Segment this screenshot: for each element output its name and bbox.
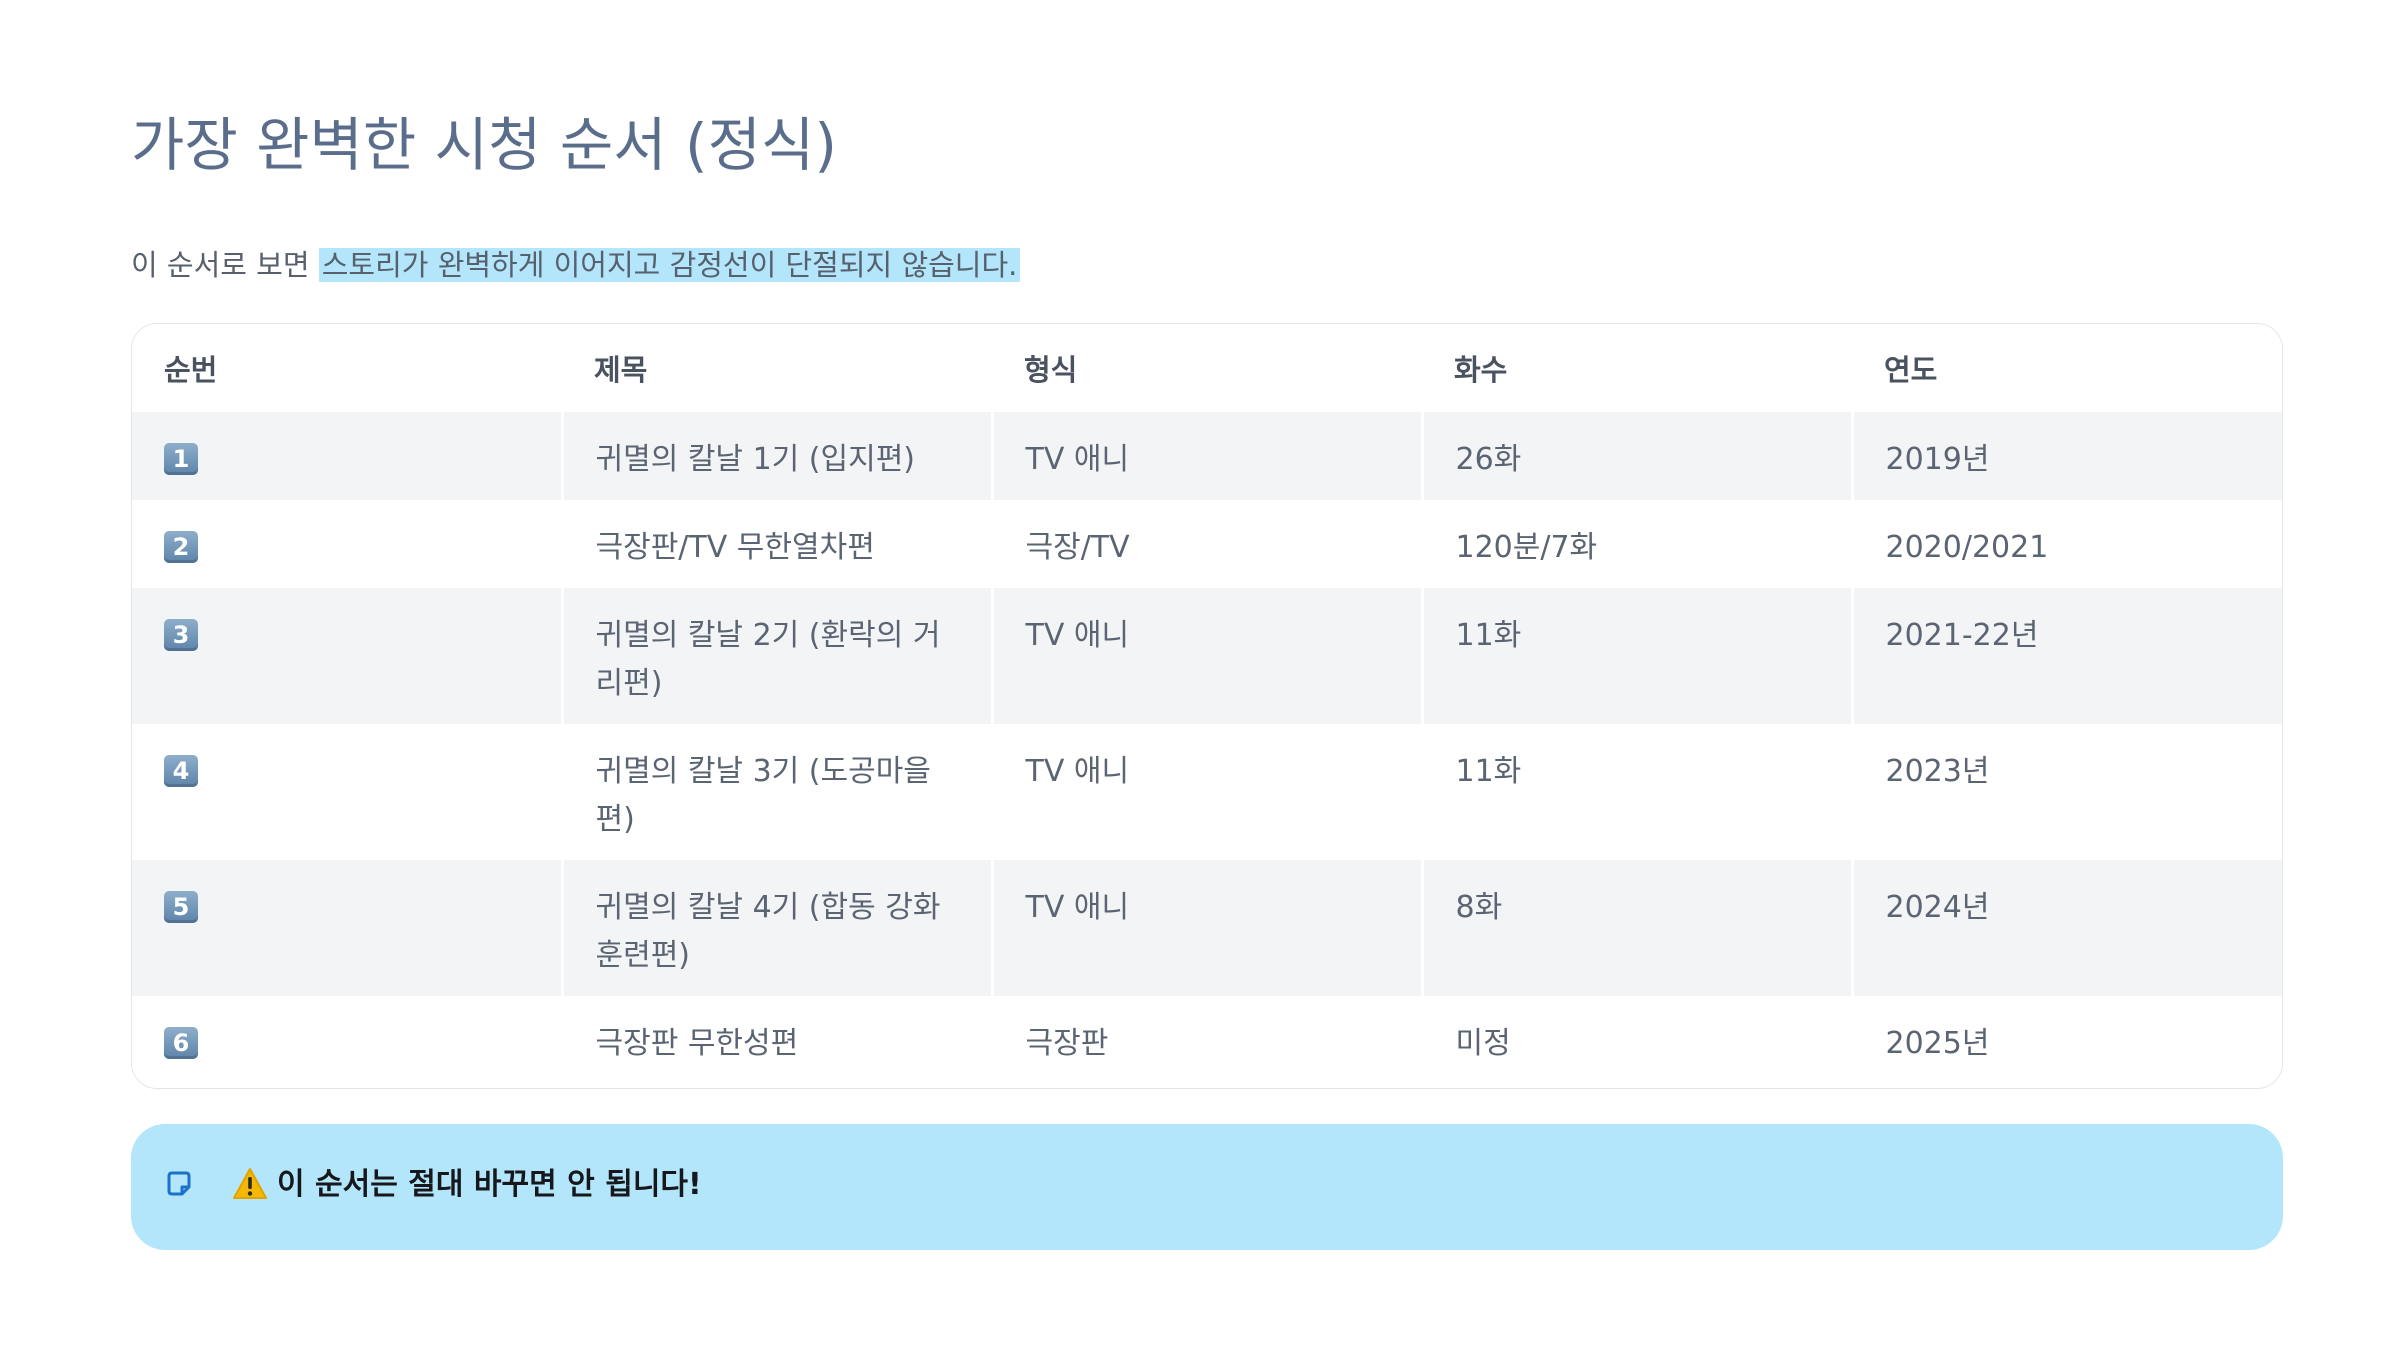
year-cell: 2019년 <box>1850 412 2282 500</box>
callout-text: 이 순서는 절대 바꾸면 안 됩니다! <box>277 1167 702 1202</box>
format-cell: 극장판 <box>990 996 1422 1084</box>
year-cell: 2024년 <box>1850 860 2282 996</box>
format-cell: 극장/TV <box>990 500 1422 588</box>
subtitle-highlight: 스토리가 완벽하게 이어지고 감정선이 단절되지 않습니다. <box>318 248 1021 282</box>
subtitle-text: 이 순서로 보면 <box>131 248 319 282</box>
table-row: 4 귀멸의 칼날 3기 (도공마을편) TV 애니 11화 2023년 <box>132 724 2282 860</box>
title-cell: 극장판/TV 무한열차편 <box>560 500 992 588</box>
title-cell: 귀멸의 칼날 2기 (환락의 거리편) <box>560 588 992 724</box>
episodes-cell: 26화 <box>1420 412 1852 500</box>
format-cell: TV 애니 <box>990 724 1422 860</box>
episodes-cell: 11화 <box>1420 724 1852 860</box>
format-cell: TV 애니 <box>990 860 1422 996</box>
note-icon <box>165 1170 193 1198</box>
page-title: 가장 완벽한 시청 순서 (정식) <box>131 111 837 179</box>
header-order: 순번 <box>132 324 562 412</box>
order-cell: 6 <box>132 996 562 1084</box>
number-keycap-icon: 6 <box>164 1026 198 1059</box>
number-keycap-icon: 2 <box>164 530 198 563</box>
order-cell: 5 <box>132 860 562 996</box>
order-cell: 4 <box>132 724 562 860</box>
year-cell: 2023년 <box>1850 724 2282 860</box>
number-keycap-icon: 3 <box>164 618 198 651</box>
episodes-cell: 120분/7화 <box>1420 500 1852 588</box>
year-cell: 2020/2021 <box>1850 500 2282 588</box>
order-cell: 3 <box>132 588 562 724</box>
table-header-row: 순번 제목 형식 화수 연도 <box>132 324 2282 412</box>
table-row: 6 극장판 무한성편 극장판 미정 2025년 <box>132 996 2282 1084</box>
year-cell: 2025년 <box>1850 996 2282 1084</box>
order-cell: 1 <box>132 412 562 500</box>
table-row: 5 귀멸의 칼날 4기 (합동 강화 훈련편) TV 애니 8화 2024년 <box>132 860 2282 996</box>
header-episodes: 화수 <box>1422 324 1852 412</box>
title-cell: 귀멸의 칼날 1기 (입지편) <box>560 412 992 500</box>
format-cell: TV 애니 <box>990 588 1422 724</box>
title-cell: 극장판 무한성편 <box>560 996 992 1084</box>
warning-icon <box>232 1166 268 1202</box>
number-keycap-icon: 4 <box>164 754 198 787</box>
table-row: 3 귀멸의 칼날 2기 (환락의 거리편) TV 애니 11화 2021-22년 <box>132 588 2282 724</box>
table-row: 2 극장판/TV 무한열차편 극장/TV 120분/7화 2020/2021 <box>132 500 2282 588</box>
header-title: 제목 <box>562 324 992 412</box>
table-row: 1 귀멸의 칼날 1기 (입지편) TV 애니 26화 2019년 <box>132 412 2282 500</box>
year-cell: 2021-22년 <box>1850 588 2282 724</box>
title-cell: 귀멸의 칼날 3기 (도공마을편) <box>560 724 992 860</box>
warning-callout: 이 순서는 절대 바꾸면 안 됩니다! <box>131 1124 2283 1250</box>
order-cell: 2 <box>132 500 562 588</box>
number-keycap-icon: 5 <box>164 890 198 923</box>
format-cell: TV 애니 <box>990 412 1422 500</box>
episodes-cell: 8화 <box>1420 860 1852 996</box>
episodes-cell: 11화 <box>1420 588 1852 724</box>
header-format: 형식 <box>992 324 1422 412</box>
title-cell: 귀멸의 칼날 4기 (합동 강화 훈련편) <box>560 860 992 996</box>
watch-order-table: 순번 제목 형식 화수 연도 1 귀멸의 칼날 1기 (입지편) TV 애니 2… <box>131 323 2283 1089</box>
number-keycap-icon: 1 <box>164 442 198 475</box>
episodes-cell: 미정 <box>1420 996 1852 1084</box>
subtitle: 이 순서로 보면 스토리가 완벽하게 이어지고 감정선이 단절되지 않습니다. <box>131 240 1021 290</box>
header-year: 연도 <box>1852 324 2282 412</box>
